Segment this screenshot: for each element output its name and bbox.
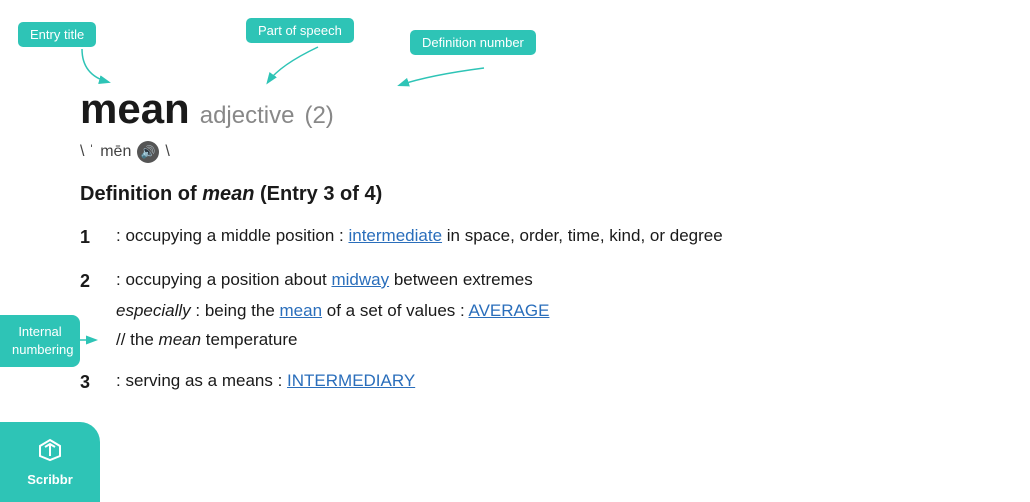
def-example-2: // the mean temperature [116,326,970,353]
def-number-2: 2 [80,266,100,296]
link-intermediate[interactable]: intermediate [348,226,442,245]
entry-heading: mean adjective (2) [80,85,970,133]
entry-def-num: (2) [304,102,333,130]
definition-item-3: 3 : serving as a means : INTERMEDIARY [80,367,970,397]
main-content: mean adjective (2) \ ˈ mēn 🔊 \ Definition… [0,0,1030,431]
def-content-3: : serving as a means : INTERMEDIARY [116,367,970,394]
def-sub-2: especially : being the mean of a set of … [116,297,970,324]
definition-header-word: mean [202,183,254,205]
def-content-1: : occupying a middle position : intermed… [116,222,970,249]
pronunciation-suffix: \ [165,143,169,161]
definition-item-2: 2 : occupying a position about midway be… [80,266,970,354]
entry-word: mean [80,85,190,133]
pronunciation-main: mēn [100,143,131,161]
link-intermediary[interactable]: INTERMEDIARY [287,371,415,390]
definition-item-1: 1 : occupying a middle position : interm… [80,222,970,252]
def-sub-especially: especially [116,301,191,320]
def-number-1: 1 [80,222,100,252]
link-average[interactable]: AVERAGE [469,301,550,320]
def-text-3: : serving as a means : INTERMEDIARY [116,371,415,390]
def-number-3: 3 [80,367,100,397]
link-midway[interactable]: midway [331,270,389,289]
scribbr-logo: Scribbr [0,422,100,502]
pronunciation-prefix: \ ˈ [80,143,94,161]
pronunciation: \ ˈ mēn 🔊 \ [80,141,970,163]
def-text-1: : occupying a middle position : intermed… [116,226,723,245]
def-text-2: : occupying a position about midway betw… [116,270,533,289]
scribbr-name: Scribbr [27,472,73,487]
def-content-2: : occupying a position about midway betw… [116,266,970,354]
entry-pos: adjective [200,102,295,130]
scribbr-icon [36,438,64,468]
definition-header: Definition of mean (Entry 3 of 4) [80,183,970,206]
def-example-word: mean [159,330,202,349]
link-mean[interactable]: mean [280,301,323,320]
speaker-button[interactable]: 🔊 [137,141,159,163]
definitions-list: 1 : occupying a middle position : interm… [80,222,970,397]
